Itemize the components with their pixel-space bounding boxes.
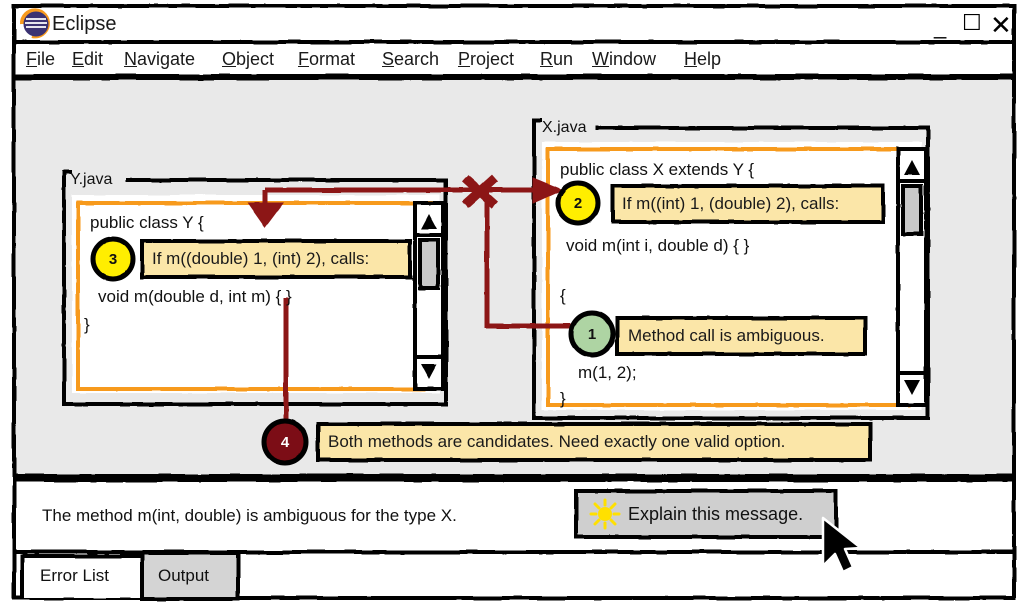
annotation-marker-3[interactable]: 3: [103, 252, 123, 267]
status-message: The method m(int, double) is ambiguous f…: [42, 506, 457, 525]
close-button[interactable]: ✕: [990, 10, 1012, 41]
code-line-x-3: m(1, 2);: [578, 363, 637, 382]
annotation-text-1: Method call is ambiguous.: [628, 326, 825, 345]
code-line-x-4: }: [560, 389, 566, 408]
code-line-y-0: public class Y {: [90, 213, 204, 232]
annotation-marker-2[interactable]: 2: [568, 196, 588, 211]
menu-item-format[interactable]: Format: [298, 50, 355, 68]
minimize-button[interactable]: _: [934, 14, 946, 40]
panel-title-y-java: Y.java: [70, 171, 113, 188]
annotation-text-2: If m((int) 1, (double) 2), calls:: [622, 194, 840, 213]
maximize-button[interactable]: ☐: [962, 10, 982, 36]
annotation-text-4: Both methods are candidates. Need exactl…: [328, 432, 786, 451]
code-line-y-2: }: [84, 315, 90, 334]
code-line-x-1: void m(int i, double d) { }: [566, 236, 750, 255]
code-line-x-0: public class X extends Y {: [560, 160, 755, 179]
mouse-cursor-shape: [821, 516, 863, 574]
menu-item-run[interactable]: Run: [540, 50, 573, 68]
menu-item-search[interactable]: Search: [382, 50, 439, 68]
lightbulb-sun-icon-shape: [589, 498, 621, 530]
code-line-y-1: void m(double d, int m) { }: [98, 287, 292, 306]
menu-item-navigate[interactable]: Navigate: [124, 50, 195, 68]
window-title: Eclipse: [52, 13, 117, 35]
menu-item-edit[interactable]: Edit: [72, 50, 103, 68]
tab-error-list[interactable]: Error List: [40, 567, 109, 584]
panel-title-x-java: X.java: [542, 119, 587, 136]
tab-output[interactable]: Output: [158, 567, 209, 584]
menu-item-project[interactable]: Project: [458, 50, 514, 68]
menu-item-object[interactable]: Object: [222, 50, 274, 68]
annotation-marker-4[interactable]: 4: [275, 435, 295, 450]
explain-message-button[interactable]: Explain this message.: [628, 505, 803, 523]
eclipse-logo-shape: [19, 8, 50, 39]
menu-item-window[interactable]: Window: [592, 50, 656, 68]
menu-item-file[interactable]: File: [26, 50, 55, 68]
eclipse-window: Eclipse _ ☐ ✕ File Edit Navigate Object …: [0, 0, 1024, 605]
annotation-text-3: If m((double) 1, (int) 2), calls:: [152, 249, 370, 268]
menu-item-help[interactable]: Help: [684, 50, 721, 68]
code-line-x-2: {: [560, 286, 566, 305]
annotation-marker-1[interactable]: 1: [582, 327, 602, 342]
